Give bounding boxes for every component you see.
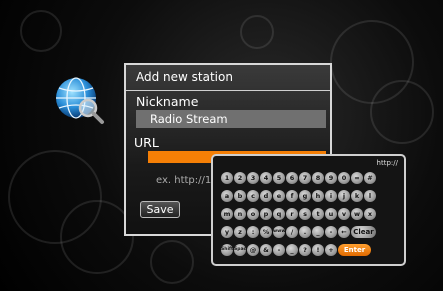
key-w[interactable]: w — [351, 208, 363, 220]
key-u[interactable]: u — [325, 208, 337, 220]
background-bubble — [60, 200, 134, 274]
keyboard-row: mnopqrstuvwx — [221, 208, 376, 220]
key-6[interactable]: 6 — [286, 172, 298, 184]
key-v[interactable]: v — [338, 208, 350, 220]
key-symbol[interactable]: _ — [286, 244, 298, 256]
key-i[interactable]: i — [325, 190, 337, 202]
key-symbol[interactable]: - — [325, 226, 337, 238]
key-y[interactable]: y — [221, 226, 233, 238]
key-9[interactable]: 9 — [325, 172, 337, 184]
keyboard-row: 1 2 3 4 5 6 7 8 9 0 = # — [221, 172, 376, 184]
key-t[interactable]: t — [312, 208, 324, 220]
key-symbol[interactable]: ← — [338, 226, 350, 238]
key-r[interactable]: r — [286, 208, 298, 220]
background-bubble — [150, 240, 194, 284]
key-0[interactable]: 0 — [338, 172, 350, 184]
keyboard-preview-text: http:// — [376, 159, 398, 167]
key-s[interactable]: s — [299, 208, 311, 220]
key-symbol[interactable]: & — [260, 244, 272, 256]
key-e[interactable]: e — [273, 190, 285, 202]
key-symbol[interactable]: # — [364, 172, 376, 184]
url-example-hint: ex. http://19 — [156, 175, 218, 186]
key-symbol[interactable]: @ — [247, 244, 259, 256]
key-a[interactable]: a — [221, 190, 233, 202]
key-q[interactable]: q — [273, 208, 285, 220]
key-www[interactable]: www — [273, 226, 285, 238]
key-f[interactable]: f — [286, 190, 298, 202]
key-m[interactable]: m — [221, 208, 233, 220]
key-z[interactable]: z — [234, 226, 246, 238]
key-p[interactable]: p — [260, 208, 272, 220]
key-b[interactable]: b — [234, 190, 246, 202]
key-o[interactable]: o — [247, 208, 259, 220]
key-symbol[interactable]: ? — [299, 244, 311, 256]
key-symbol[interactable]: + — [325, 244, 337, 256]
key-space[interactable]: Space — [234, 244, 246, 256]
background-bubble — [240, 15, 274, 49]
key-symbol[interactable]: : — [247, 226, 259, 238]
key-1[interactable]: 1 — [221, 172, 233, 184]
key-g[interactable]: g — [299, 190, 311, 202]
key-symbol[interactable]: . — [299, 226, 311, 238]
background-bubble — [370, 80, 434, 144]
keyboard-row: abcdefghijkl — [221, 190, 376, 202]
dialog-title: Add new station — [136, 70, 233, 84]
key-2[interactable]: 2 — [234, 172, 246, 184]
key-4[interactable]: 4 — [260, 172, 272, 184]
key-shift[interactable]: Shift — [221, 244, 233, 256]
key-enter[interactable]: Enter — [338, 244, 371, 256]
background-bubble — [20, 10, 62, 52]
key-3[interactable]: 3 — [247, 172, 259, 184]
key-k[interactable]: k — [351, 190, 363, 202]
globe-magnifier-icon — [52, 72, 108, 128]
nickname-field[interactable]: Radio Stream — [136, 110, 326, 128]
key-j[interactable]: j — [338, 190, 350, 202]
key-symbol[interactable]: _ — [312, 226, 324, 238]
keyboard-row: y z:% www /. _ - ← Clear — [221, 226, 376, 238]
key-x[interactable]: x — [364, 208, 376, 220]
keyboard-row: ShiftSpace@&-_?!+Enter — [221, 244, 371, 256]
key-symbol[interactable]: = — [351, 172, 363, 184]
key-n[interactable]: n — [234, 208, 246, 220]
screen: Add new station Nickname Radio Stream UR… — [0, 0, 443, 291]
key-symbol[interactable]: ! — [312, 244, 324, 256]
dialog-divider — [126, 90, 330, 91]
nickname-label: Nickname — [136, 94, 199, 109]
url-label: URL — [134, 135, 159, 150]
key-symbol[interactable]: % — [260, 226, 272, 238]
key-h[interactable]: h — [312, 190, 324, 202]
key-l[interactable]: l — [364, 190, 376, 202]
key-c[interactable]: c — [247, 190, 259, 202]
key-d[interactable]: d — [260, 190, 272, 202]
on-screen-keyboard: http:// 1 2 3 4 5 6 7 8 9 0 = # a b c d e f g h i j k l m n o p q r s t… — [211, 154, 406, 266]
key-8[interactable]: 8 — [312, 172, 324, 184]
key-5[interactable]: 5 — [273, 172, 285, 184]
save-button[interactable]: Save — [140, 201, 180, 218]
key-symbol[interactable]: - — [273, 244, 285, 256]
key-7[interactable]: 7 — [299, 172, 311, 184]
key-symbol[interactable]: / — [286, 226, 298, 238]
key-clear[interactable]: Clear — [351, 226, 376, 238]
